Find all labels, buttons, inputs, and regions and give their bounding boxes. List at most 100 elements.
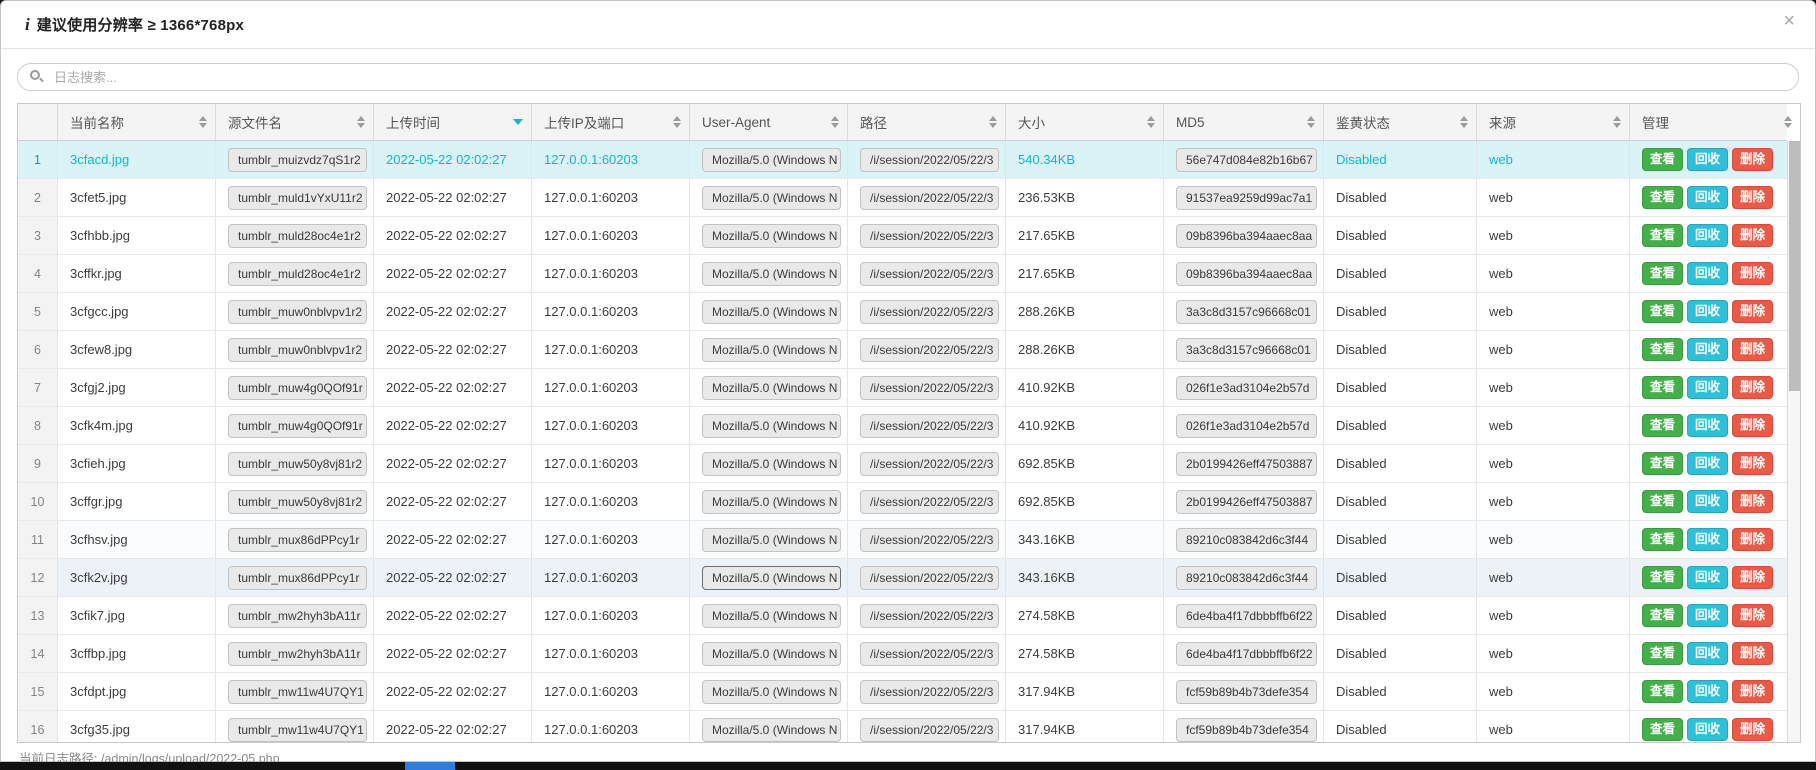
- path-box[interactable]: /i/session/2022/05/22/3: [860, 528, 999, 552]
- sort-desc-active-icon[interactable]: [513, 119, 523, 125]
- recycle-button[interactable]: 回收: [1687, 224, 1728, 247]
- delete-button[interactable]: 删除: [1732, 452, 1773, 475]
- source-filename-box[interactable]: tumblr_mw11w4U7QY1: [228, 718, 367, 742]
- path-box[interactable]: /i/session/2022/05/22/3: [860, 186, 999, 210]
- sort-both-icon[interactable]: [1613, 116, 1621, 128]
- table-row[interactable]: 93cfieh.jpgtumblr_muw50y8vj81r22022-05-2…: [18, 445, 1787, 483]
- view-button[interactable]: 查看: [1642, 262, 1683, 285]
- source-filename-box[interactable]: tumblr_muw0nblvpv1r2: [228, 338, 367, 362]
- column-header--[interactable]: 上传时间: [374, 104, 532, 140]
- table-row[interactable]: 33cfhbb.jpgtumblr_muld28oc4e1r22022-05-2…: [18, 217, 1787, 255]
- view-button[interactable]: 查看: [1642, 566, 1683, 589]
- view-button[interactable]: 查看: [1642, 452, 1683, 475]
- column-header--[interactable]: 大小: [1006, 104, 1164, 140]
- md5-box[interactable]: 6de4ba4f17dbbbffb6f22: [1176, 604, 1317, 628]
- table-row[interactable]: 83cfk4m.jpgtumblr_muw4g0QOf91r2022-05-22…: [18, 407, 1787, 445]
- column-header--[interactable]: 源文件名: [216, 104, 374, 140]
- path-box[interactable]: /i/session/2022/05/22/3: [860, 262, 999, 286]
- recycle-button[interactable]: 回收: [1687, 718, 1728, 741]
- source-filename-box[interactable]: tumblr_muw50y8vj81r2: [228, 490, 367, 514]
- user-agent-box[interactable]: Mozilla/5.0 (Windows N: [702, 300, 841, 324]
- source-filename-box[interactable]: tumblr_muld28oc4e1r2: [228, 224, 367, 248]
- user-agent-box[interactable]: Mozilla/5.0 (Windows N: [702, 490, 841, 514]
- column-header--[interactable]: 路径: [848, 104, 1006, 140]
- table-row[interactable]: 143cffbp.jpgtumblr_mw2hyh3bA11r2022-05-2…: [18, 635, 1787, 673]
- path-box[interactable]: /i/session/2022/05/22/3: [860, 376, 999, 400]
- md5-box[interactable]: 89210c083842d6c3f44: [1176, 566, 1317, 590]
- delete-button[interactable]: 删除: [1732, 680, 1773, 703]
- path-box[interactable]: /i/session/2022/05/22/3: [860, 300, 999, 324]
- source-filename-box[interactable]: tumblr_mux86dPPcy1r: [228, 528, 367, 552]
- delete-button[interactable]: 删除: [1732, 718, 1773, 741]
- sort-both-icon[interactable]: [357, 116, 365, 128]
- delete-button[interactable]: 删除: [1732, 300, 1773, 323]
- table-row[interactable]: 13cfacd.jpgtumblr_muizvdz7qS1r22022-05-2…: [18, 141, 1787, 179]
- recycle-button[interactable]: 回收: [1687, 262, 1728, 285]
- path-box[interactable]: /i/session/2022/05/22/3: [860, 224, 999, 248]
- table-row[interactable]: 43cffkr.jpgtumblr_muld28oc4e1r22022-05-2…: [18, 255, 1787, 293]
- path-box[interactable]: /i/session/2022/05/22/3: [860, 338, 999, 362]
- source-filename-box[interactable]: tumblr_muld28oc4e1r2: [228, 262, 367, 286]
- delete-button[interactable]: 删除: [1732, 262, 1773, 285]
- path-box[interactable]: /i/session/2022/05/22/3: [860, 604, 999, 628]
- user-agent-box[interactable]: Mozilla/5.0 (Windows N: [702, 224, 841, 248]
- sort-both-icon[interactable]: [1147, 116, 1155, 128]
- source-filename-box[interactable]: tumblr_mw2hyh3bA11r: [228, 604, 367, 628]
- recycle-button[interactable]: 回收: [1687, 300, 1728, 323]
- user-agent-box[interactable]: Mozilla/5.0 (Windows N: [702, 680, 841, 704]
- delete-button[interactable]: 删除: [1732, 642, 1773, 665]
- column-header--[interactable]: 鉴黄状态: [1324, 104, 1477, 140]
- source-filename-box[interactable]: tumblr_mw11w4U7QY1: [228, 680, 367, 704]
- table-row[interactable]: 163cfg35.jpgtumblr_mw11w4U7QY12022-05-22…: [18, 711, 1787, 743]
- delete-button[interactable]: 删除: [1732, 414, 1773, 437]
- search-input[interactable]: [17, 63, 1799, 91]
- source-filename-box[interactable]: tumblr_mw2hyh3bA11r: [228, 642, 367, 666]
- view-button[interactable]: 查看: [1642, 300, 1683, 323]
- md5-box[interactable]: 6de4ba4f17dbbbffb6f22: [1176, 642, 1317, 666]
- user-agent-box[interactable]: Mozilla/5.0 (Windows N: [702, 528, 841, 552]
- path-box[interactable]: /i/session/2022/05/22/3: [860, 414, 999, 438]
- md5-box[interactable]: 026f1e3ad3104e2b57d: [1176, 376, 1317, 400]
- source-filename-box[interactable]: tumblr_muld1vYxU11r2: [228, 186, 367, 210]
- path-box[interactable]: /i/session/2022/05/22/3: [860, 148, 999, 172]
- user-agent-box[interactable]: Mozilla/5.0 (Windows N: [702, 718, 841, 742]
- view-button[interactable]: 查看: [1642, 186, 1683, 209]
- table-row[interactable]: 123cfk2v.jpgtumblr_mux86dPPcy1r2022-05-2…: [18, 559, 1787, 597]
- delete-button[interactable]: 删除: [1732, 376, 1773, 399]
- path-box[interactable]: /i/session/2022/05/22/3: [860, 680, 999, 704]
- view-button[interactable]: 查看: [1642, 642, 1683, 665]
- recycle-button[interactable]: 回收: [1687, 528, 1728, 551]
- table-row[interactable]: 73cfgj2.jpgtumblr_muw4g0QOf91r2022-05-22…: [18, 369, 1787, 407]
- column-header--ip-[interactable]: 上传IP及端口: [532, 104, 690, 140]
- close-icon[interactable]: ×: [1783, 11, 1795, 31]
- user-agent-box[interactable]: Mozilla/5.0 (Windows N: [702, 642, 841, 666]
- md5-box[interactable]: 3a3c8d3157c96668c01: [1176, 338, 1317, 362]
- sort-both-icon[interactable]: [673, 116, 681, 128]
- md5-box[interactable]: 89210c083842d6c3f44: [1176, 528, 1317, 552]
- path-box[interactable]: /i/session/2022/05/22/3: [860, 490, 999, 514]
- column-header-user-agent[interactable]: User-Agent: [690, 104, 848, 140]
- recycle-button[interactable]: 回收: [1687, 148, 1728, 171]
- md5-box[interactable]: fcf59b89b4b73defe354: [1176, 718, 1317, 742]
- table-row[interactable]: 113cfhsv.jpgtumblr_mux86dPPcy1r2022-05-2…: [18, 521, 1787, 559]
- table-row[interactable]: 63cfew8.jpgtumblr_muw0nblvpv1r22022-05-2…: [18, 331, 1787, 369]
- user-agent-box[interactable]: Mozilla/5.0 (Windows N: [702, 262, 841, 286]
- md5-box[interactable]: 2b0199426eff47503887: [1176, 452, 1317, 476]
- view-button[interactable]: 查看: [1642, 414, 1683, 437]
- user-agent-box[interactable]: Mozilla/5.0 (Windows N: [702, 338, 841, 362]
- view-button[interactable]: 查看: [1642, 148, 1683, 171]
- source-filename-box[interactable]: tumblr_muw50y8vj81r2: [228, 452, 367, 476]
- path-box[interactable]: /i/session/2022/05/22/3: [860, 566, 999, 590]
- scrollbar-thumb[interactable]: [1789, 141, 1800, 391]
- recycle-button[interactable]: 回收: [1687, 642, 1728, 665]
- user-agent-box[interactable]: Mozilla/5.0 (Windows N: [702, 604, 841, 628]
- user-agent-box[interactable]: Mozilla/5.0 (Windows N: [702, 566, 841, 590]
- view-button[interactable]: 查看: [1642, 680, 1683, 703]
- recycle-button[interactable]: 回收: [1687, 414, 1728, 437]
- user-agent-box[interactable]: Mozilla/5.0 (Windows N: [702, 376, 841, 400]
- column-header-md5[interactable]: MD5: [1164, 104, 1324, 140]
- recycle-button[interactable]: 回收: [1687, 186, 1728, 209]
- recycle-button[interactable]: 回收: [1687, 566, 1728, 589]
- md5-box[interactable]: 2b0199426eff47503887: [1176, 490, 1317, 514]
- recycle-button[interactable]: 回收: [1687, 680, 1728, 703]
